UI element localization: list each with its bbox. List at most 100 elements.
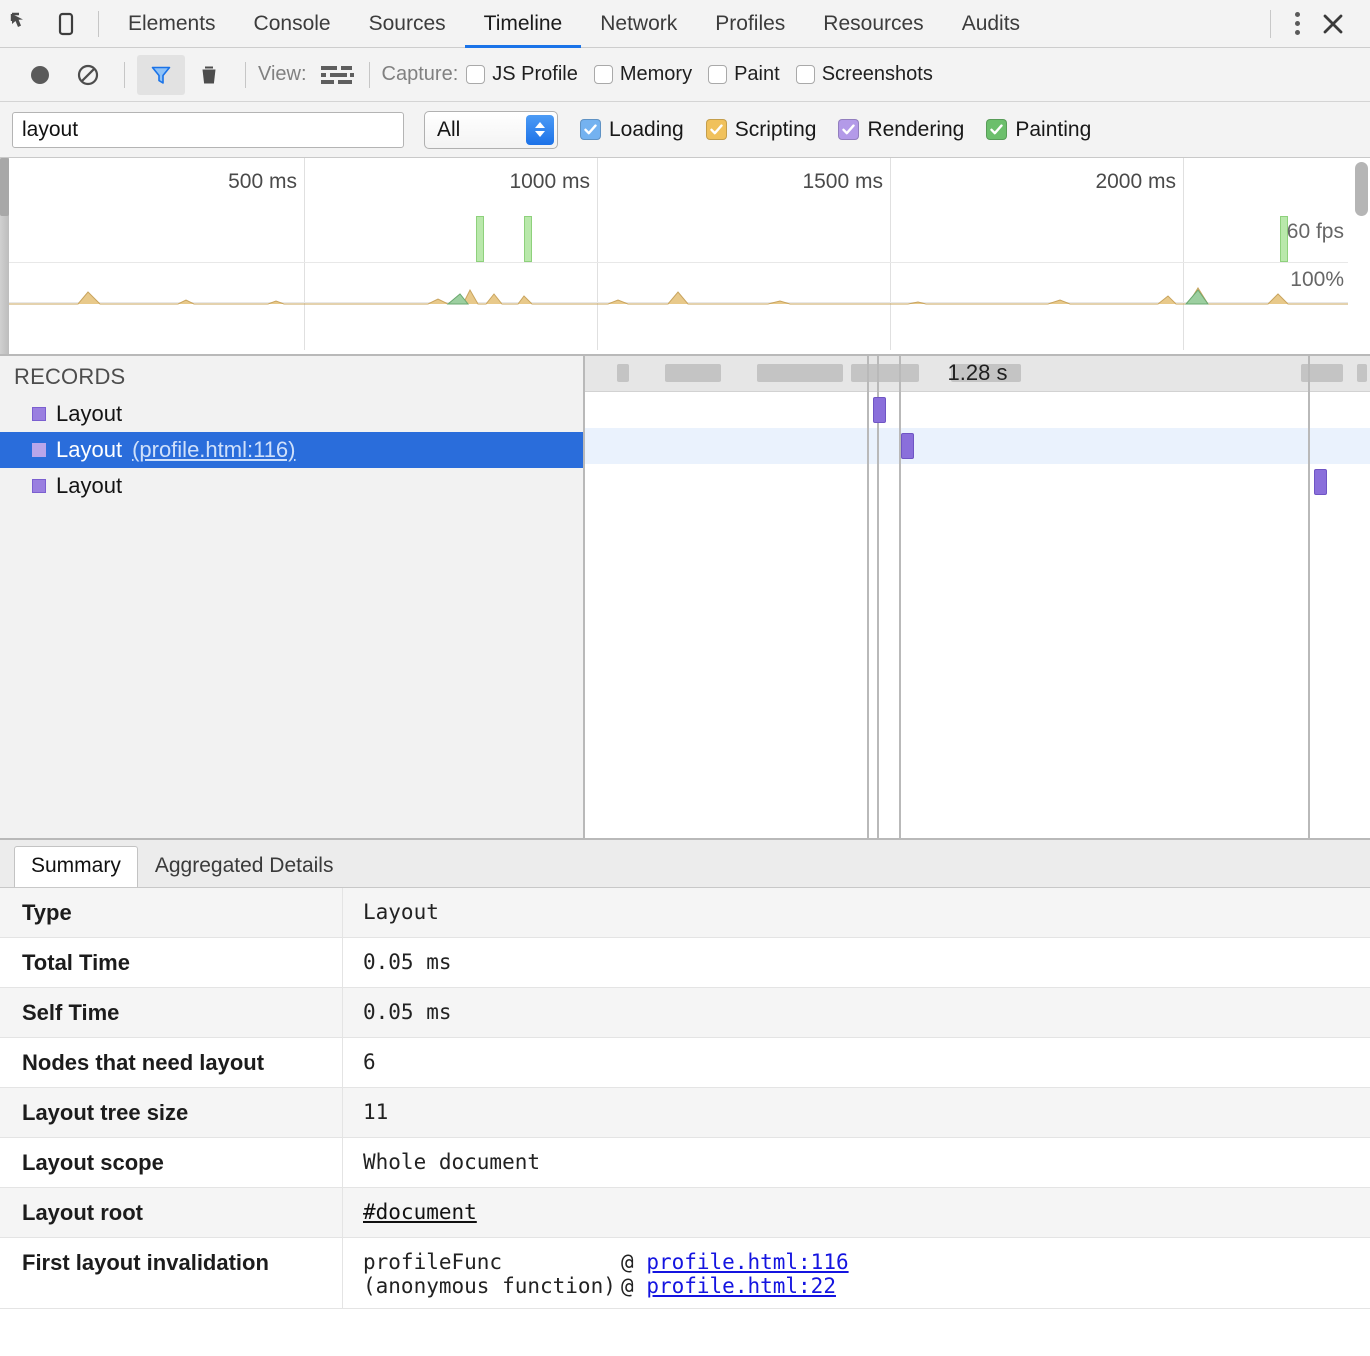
painting-checkbox[interactable] <box>986 119 1008 140</box>
timeline-main-split: RECORDS Layout Layout (profile.html:116)… <box>0 356 1370 840</box>
view-label: View: <box>258 63 307 85</box>
summary-label: Total Time <box>0 938 343 987</box>
scripting-checkbox[interactable] <box>705 119 727 140</box>
tab-profiles[interactable]: Profiles <box>696 0 804 48</box>
painting-label: Painting <box>1015 117 1092 141</box>
controls-divider-3 <box>368 61 370 88</box>
paint-checkbox[interactable] <box>708 65 728 84</box>
timeline-graph-pane[interactable]: 1.28 s <box>585 356 1370 838</box>
timeline-row <box>585 392 1370 428</box>
overview-tick-2000ms: 2000 ms <box>1095 170 1176 193</box>
stack-trace: profileFunc @ profile.html:116 (anonymou… <box>343 1238 1370 1308</box>
rendering-category-swatch-icon <box>32 443 46 457</box>
timeline-event-bar-layout-3[interactable] <box>1314 469 1327 495</box>
timeline-event-bar-layout-1[interactable] <box>873 397 886 423</box>
record-name: Layout <box>56 473 123 498</box>
timeline-overview[interactable]: 500 ms 1000 ms 1500 ms 2000 ms 60 fps 10… <box>0 158 1370 356</box>
stack-at-symbol: @ <box>621 1274 634 1298</box>
overview-tick-1000ms: 1000 ms <box>509 170 590 193</box>
stack-source-link[interactable]: profile.html:22 <box>646 1274 836 1298</box>
capture-label: Capture: <box>381 63 459 85</box>
tab-summary[interactable]: Summary <box>14 846 138 887</box>
overview-gridline <box>597 158 598 350</box>
timeline-duration-label: 1.28 s <box>947 360 1008 385</box>
flame-chart-view-icon[interactable] <box>317 63 357 87</box>
summary-table: Type Layout Total Time 0.05 ms Self Time… <box>0 888 1370 1356</box>
js-profile-checkbox[interactable] <box>466 65 486 84</box>
rendering-label: Rendering <box>867 117 965 141</box>
tab-aggregated-details[interactable]: Aggregated Details <box>138 846 351 887</box>
overview-fps-bar <box>476 216 484 262</box>
filter-funnel-icon[interactable] <box>137 54 185 95</box>
stack-function-name: (anonymous function) <box>363 1274 616 1298</box>
stack-source-link[interactable]: profile.html:116 <box>646 1250 848 1274</box>
controls-divider-1 <box>124 61 125 88</box>
stack-at-symbol: @ <box>621 1250 634 1274</box>
tab-resources[interactable]: Resources <box>804 0 942 48</box>
tab-console[interactable]: Console <box>235 0 350 48</box>
tabbar-actions-divider <box>1270 9 1271 38</box>
device-toggle-icon[interactable] <box>44 1 88 47</box>
chevron-updown-icon[interactable] <box>526 114 554 145</box>
tab-sources[interactable]: Sources <box>350 0 465 48</box>
overview-tick-1500ms: 1500 ms <box>802 170 883 193</box>
record-row-layout-2[interactable]: Layout (profile.html:116) <box>0 432 583 468</box>
memory-checkbox[interactable] <box>593 65 613 84</box>
capture-memory[interactable]: Memory <box>593 63 692 86</box>
summary-value: 0.05 ms <box>363 1000 452 1024</box>
timeline-divider-line <box>1308 356 1310 838</box>
category-scripting[interactable]: Scripting <box>705 118 816 142</box>
summary-label: Type <box>0 888 343 937</box>
summary-value: 6 <box>363 1050 376 1074</box>
record-row-layout-1[interactable]: Layout <box>0 396 583 432</box>
record-name: Layout <box>56 401 123 426</box>
layout-root-link[interactable]: #document <box>363 1200 477 1224</box>
controls-divider-2 <box>245 61 246 88</box>
summary-label: Nodes that need layout <box>0 1038 343 1087</box>
trash-icon[interactable] <box>185 55 233 95</box>
capture-js-profile[interactable]: JS Profile <box>466 63 578 86</box>
search-input[interactable] <box>12 111 404 148</box>
overview-canvas: 500 ms 1000 ms 1500 ms 2000 ms 60 fps 10… <box>8 158 1348 350</box>
overview-activity-graph <box>8 287 1348 305</box>
details-tabs: Summary Aggregated Details <box>0 840 1370 888</box>
duration-filter-value: All <box>437 117 461 141</box>
overview-handle-grip[interactable] <box>0 158 9 216</box>
tab-network[interactable]: Network <box>581 0 696 48</box>
devtools-tabbar: Elements Console Sources Timeline Networ… <box>0 0 1370 48</box>
timeline-filter-bar: All Loading Scripting Rendering Paint <box>0 102 1370 158</box>
overview-scrollbar-thumb[interactable] <box>1355 162 1368 216</box>
loading-checkbox[interactable] <box>580 119 601 140</box>
category-rendering[interactable]: Rendering <box>838 118 964 142</box>
summary-value: Layout <box>363 900 439 924</box>
tab-audits[interactable]: Audits <box>943 0 1039 48</box>
timeline-event-bar-layout-2[interactable] <box>901 433 914 459</box>
category-loading[interactable]: Loading <box>580 118 684 142</box>
overview-window-left-handle[interactable] <box>0 158 9 354</box>
inspect-cursor-icon[interactable] <box>0 1 44 47</box>
details-pane: Summary Aggregated Details Type Layout T… <box>0 840 1370 1356</box>
tab-elements[interactable]: Elements <box>109 0 235 48</box>
close-icon[interactable] <box>1310 5 1356 43</box>
records-title: RECORDS <box>14 364 126 389</box>
more-vertical-icon[interactable] <box>1285 6 1310 41</box>
record-circle-icon[interactable] <box>16 55 64 95</box>
capture-paint[interactable]: Paint <box>708 63 780 86</box>
summary-label: Layout tree size <box>0 1088 343 1137</box>
capture-screenshots[interactable]: Screenshots <box>795 63 933 86</box>
timeline-divider-line <box>899 356 901 838</box>
screenshots-checkbox[interactable] <box>795 65 815 84</box>
ban-clear-icon[interactable] <box>64 55 112 95</box>
summary-row-layout-tree-size: Layout tree size 11 <box>0 1088 1370 1138</box>
duration-filter-select[interactable]: All <box>424 110 558 149</box>
tabbar-actions <box>1256 5 1370 43</box>
record-row-layout-3[interactable]: Layout <box>0 468 583 504</box>
category-painting[interactable]: Painting <box>986 118 1091 142</box>
tab-timeline[interactable]: Timeline <box>464 0 582 48</box>
rendering-checkbox[interactable] <box>838 119 860 140</box>
paint-label: Paint <box>734 63 780 85</box>
record-source-link[interactable]: (profile.html:116) <box>132 437 295 463</box>
loading-label: Loading <box>609 117 684 141</box>
summary-row-layout-root: Layout root #document <box>0 1188 1370 1238</box>
toolbar-divider <box>98 10 99 37</box>
